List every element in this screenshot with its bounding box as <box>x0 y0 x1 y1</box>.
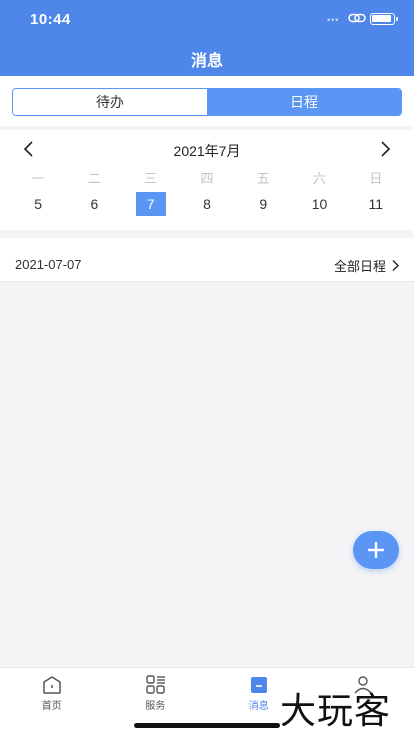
tab-schedule[interactable]: 日程 <box>207 89 401 115</box>
battery-icon <box>370 13 398 25</box>
date-button[interactable]: 10 <box>305 192 335 216</box>
date-cell: 7 <box>123 192 179 216</box>
chevron-right-icon[interactable] <box>374 138 396 160</box>
date-row: 5 6 7 8 9 10 11 <box>10 192 404 216</box>
link-icon <box>348 13 366 23</box>
date-cell: 8 <box>179 192 235 216</box>
home-indicator <box>134 723 280 728</box>
add-schedule-button[interactable] <box>353 531 399 569</box>
weekday-label: 一 <box>31 170 45 186</box>
weekday-label: 日 <box>369 170 383 186</box>
page-title: 消息 <box>190 53 223 70</box>
tab-todo[interactable]: 待办 <box>13 89 207 115</box>
calendar-month-label: 2021年7月 <box>173 143 241 159</box>
weekday-row: 一 二 三 四 五 六 日 <box>10 168 404 186</box>
date-cell: 10 <box>291 192 347 216</box>
tab-services-label: 服务 <box>145 701 166 712</box>
date-cell: 5 <box>10 192 66 216</box>
segmented-control: 待办 日程 <box>12 88 402 116</box>
weekday-label: 六 <box>313 170 327 186</box>
status-time: 10:44 <box>30 11 71 28</box>
date-button[interactable]: 6 <box>79 192 109 216</box>
tab-services[interactable]: 服务 <box>104 668 208 718</box>
date-cell: 11 <box>348 192 404 216</box>
date-button[interactable]: 5 <box>23 192 53 216</box>
signal-dots-icon: ••• <box>327 15 340 25</box>
week-calendar: 2021年7月 一 二 三 四 五 六 日 5 6 7 8 9 10 11 <box>0 130 414 230</box>
view-all-label: 全部日程 <box>333 259 386 274</box>
schedule-date: 2021-07-07 <box>15 257 82 272</box>
date-button[interactable]: 11 <box>361 192 391 216</box>
segment-container: 待办 日程 <box>0 76 414 126</box>
weekday-label: 四 <box>200 170 214 186</box>
date-button[interactable]: 9 <box>248 192 278 216</box>
tab-home[interactable]: 首页 <box>0 668 104 718</box>
chevron-right-icon <box>392 260 399 271</box>
weekday-label: 二 <box>87 170 101 186</box>
plus-icon <box>367 541 385 559</box>
date-cell: 9 <box>235 192 291 216</box>
date-button[interactable]: 8 <box>192 192 222 216</box>
message-icon <box>251 677 267 693</box>
date-button-selected[interactable]: 7 <box>135 192 166 216</box>
date-cell: 6 <box>66 192 122 216</box>
grid-icon <box>145 675 165 694</box>
view-all-schedule-button[interactable]: 全部日程 <box>334 256 400 275</box>
weekday-label: 五 <box>256 170 270 186</box>
app-header: 10:44 ••• 消息 <box>0 0 414 76</box>
schedule-header: 2021-07-07 全部日程 <box>0 238 414 282</box>
watermark-logo: 大玩客 <box>280 691 392 732</box>
tab-home-label: 首页 <box>41 701 62 712</box>
home-icon <box>43 676 61 694</box>
weekday-label: 三 <box>144 170 158 186</box>
